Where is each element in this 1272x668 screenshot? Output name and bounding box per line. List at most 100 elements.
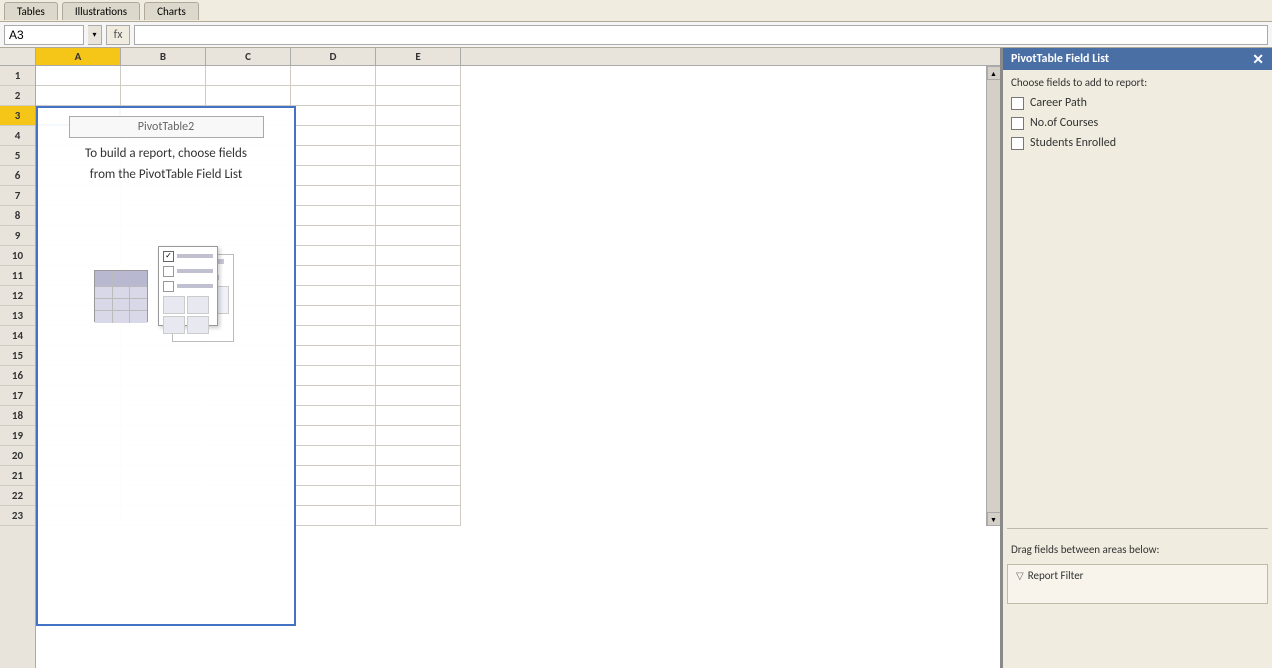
cell-c10[interactable] — [206, 246, 291, 266]
row-num-21[interactable]: 21 — [0, 466, 35, 486]
formula-input[interactable] — [134, 25, 1268, 45]
cell-a10[interactable] — [36, 246, 121, 266]
cell-d10[interactable] — [291, 246, 376, 266]
cell-d1[interactable] — [291, 66, 376, 86]
tab-tables[interactable]: Tables — [4, 2, 58, 20]
row-num-7[interactable]: 7 — [0, 186, 35, 206]
scroll-track[interactable] — [987, 80, 1001, 512]
cell-e2[interactable] — [376, 86, 461, 106]
cell-a16[interactable] — [36, 366, 121, 386]
cell-b15[interactable] — [121, 346, 206, 366]
cell-b4[interactable] — [121, 126, 206, 146]
cell-d18[interactable] — [291, 406, 376, 426]
cell-b13[interactable] — [121, 306, 206, 326]
cell-b11[interactable] — [121, 266, 206, 286]
cell-b17[interactable] — [121, 386, 206, 406]
cell-c3[interactable] — [206, 106, 291, 126]
cell-d6[interactable] — [291, 166, 376, 186]
cell-a3[interactable] — [36, 106, 121, 126]
row-num-2[interactable]: 2 — [0, 86, 35, 106]
cell-b6[interactable] — [121, 166, 206, 186]
cell-e14[interactable] — [376, 326, 461, 346]
row-num-15[interactable]: 15 — [0, 346, 35, 366]
students-enrolled-checkbox[interactable] — [1011, 137, 1024, 150]
cell-c20[interactable] — [206, 446, 291, 466]
cell-c1[interactable] — [206, 66, 291, 86]
col-header-d[interactable]: D — [291, 48, 376, 65]
scroll-up-button[interactable]: ▲ — [987, 66, 1001, 80]
cell-d14[interactable] — [291, 326, 376, 346]
cell-c12[interactable] — [206, 286, 291, 306]
row-num-12[interactable]: 12 — [0, 286, 35, 306]
row-num-8[interactable]: 8 — [0, 206, 35, 226]
tab-illustrations[interactable]: Illustrations — [62, 2, 140, 20]
cell-b19[interactable] — [121, 426, 206, 446]
cell-b22[interactable] — [121, 486, 206, 506]
cell-b23[interactable] — [121, 506, 206, 526]
cell-d4[interactable] — [291, 126, 376, 146]
cell-c23[interactable] — [206, 506, 291, 526]
cell-a15[interactable] — [36, 346, 121, 366]
fx-button[interactable]: fx — [106, 25, 130, 45]
panel-close-icon[interactable]: ✕ — [1252, 51, 1264, 68]
scroll-down-button[interactable]: ▼ — [987, 512, 1001, 526]
cell-a13[interactable] — [36, 306, 121, 326]
cell-b3[interactable] — [121, 106, 206, 126]
cell-a21[interactable] — [36, 466, 121, 486]
cell-c21[interactable] — [206, 466, 291, 486]
cell-e11[interactable] — [376, 266, 461, 286]
cell-reference-box[interactable] — [4, 25, 84, 45]
cell-b1[interactable] — [121, 66, 206, 86]
cell-a11[interactable] — [36, 266, 121, 286]
cell-b12[interactable] — [121, 286, 206, 306]
cell-a8[interactable] — [36, 206, 121, 226]
cell-e10[interactable] — [376, 246, 461, 266]
cell-d20[interactable] — [291, 446, 376, 466]
cell-b21[interactable] — [121, 466, 206, 486]
cell-c17[interactable] — [206, 386, 291, 406]
cell-d8[interactable] — [291, 206, 376, 226]
cell-a9[interactable] — [36, 226, 121, 246]
career-path-checkbox[interactable] — [1011, 97, 1024, 110]
cell-b18[interactable] — [121, 406, 206, 426]
cell-c6[interactable] — [206, 166, 291, 186]
cell-c19[interactable] — [206, 426, 291, 446]
cell-c8[interactable] — [206, 206, 291, 226]
cell-b7[interactable] — [121, 186, 206, 206]
row-num-10[interactable]: 10 — [0, 246, 35, 266]
cell-e6[interactable] — [376, 166, 461, 186]
vertical-scrollbar[interactable]: ▲ ▼ — [986, 66, 1000, 526]
cell-e9[interactable] — [376, 226, 461, 246]
cell-e23[interactable] — [376, 506, 461, 526]
row-num-5[interactable]: 5 — [0, 146, 35, 166]
col-header-c[interactable]: C — [206, 48, 291, 65]
cell-b8[interactable] — [121, 206, 206, 226]
cell-b5[interactable] — [121, 146, 206, 166]
cell-e20[interactable] — [376, 446, 461, 466]
col-header-e[interactable]: E — [376, 48, 461, 65]
row-num-6[interactable]: 6 — [0, 166, 35, 186]
tab-charts[interactable]: Charts — [144, 2, 199, 20]
cell-a23[interactable] — [36, 506, 121, 526]
cell-c13[interactable] — [206, 306, 291, 326]
cell-a7[interactable] — [36, 186, 121, 206]
cell-e5[interactable] — [376, 146, 461, 166]
cell-b2[interactable] — [121, 86, 206, 106]
cell-d22[interactable] — [291, 486, 376, 506]
cell-e22[interactable] — [376, 486, 461, 506]
cell-d17[interactable] — [291, 386, 376, 406]
cell-a22[interactable] — [36, 486, 121, 506]
cell-d12[interactable] — [291, 286, 376, 306]
cell-a17[interactable] — [36, 386, 121, 406]
cell-e17[interactable] — [376, 386, 461, 406]
cell-c18[interactable] — [206, 406, 291, 426]
cell-e8[interactable] — [376, 206, 461, 226]
cell-c5[interactable] — [206, 146, 291, 166]
row-num-3[interactable]: 3 — [0, 106, 35, 126]
cell-d23[interactable] — [291, 506, 376, 526]
cell-e19[interactable] — [376, 426, 461, 446]
cell-a18[interactable] — [36, 406, 121, 426]
cell-e21[interactable] — [376, 466, 461, 486]
cell-d11[interactable] — [291, 266, 376, 286]
cell-a1[interactable] — [36, 66, 121, 86]
